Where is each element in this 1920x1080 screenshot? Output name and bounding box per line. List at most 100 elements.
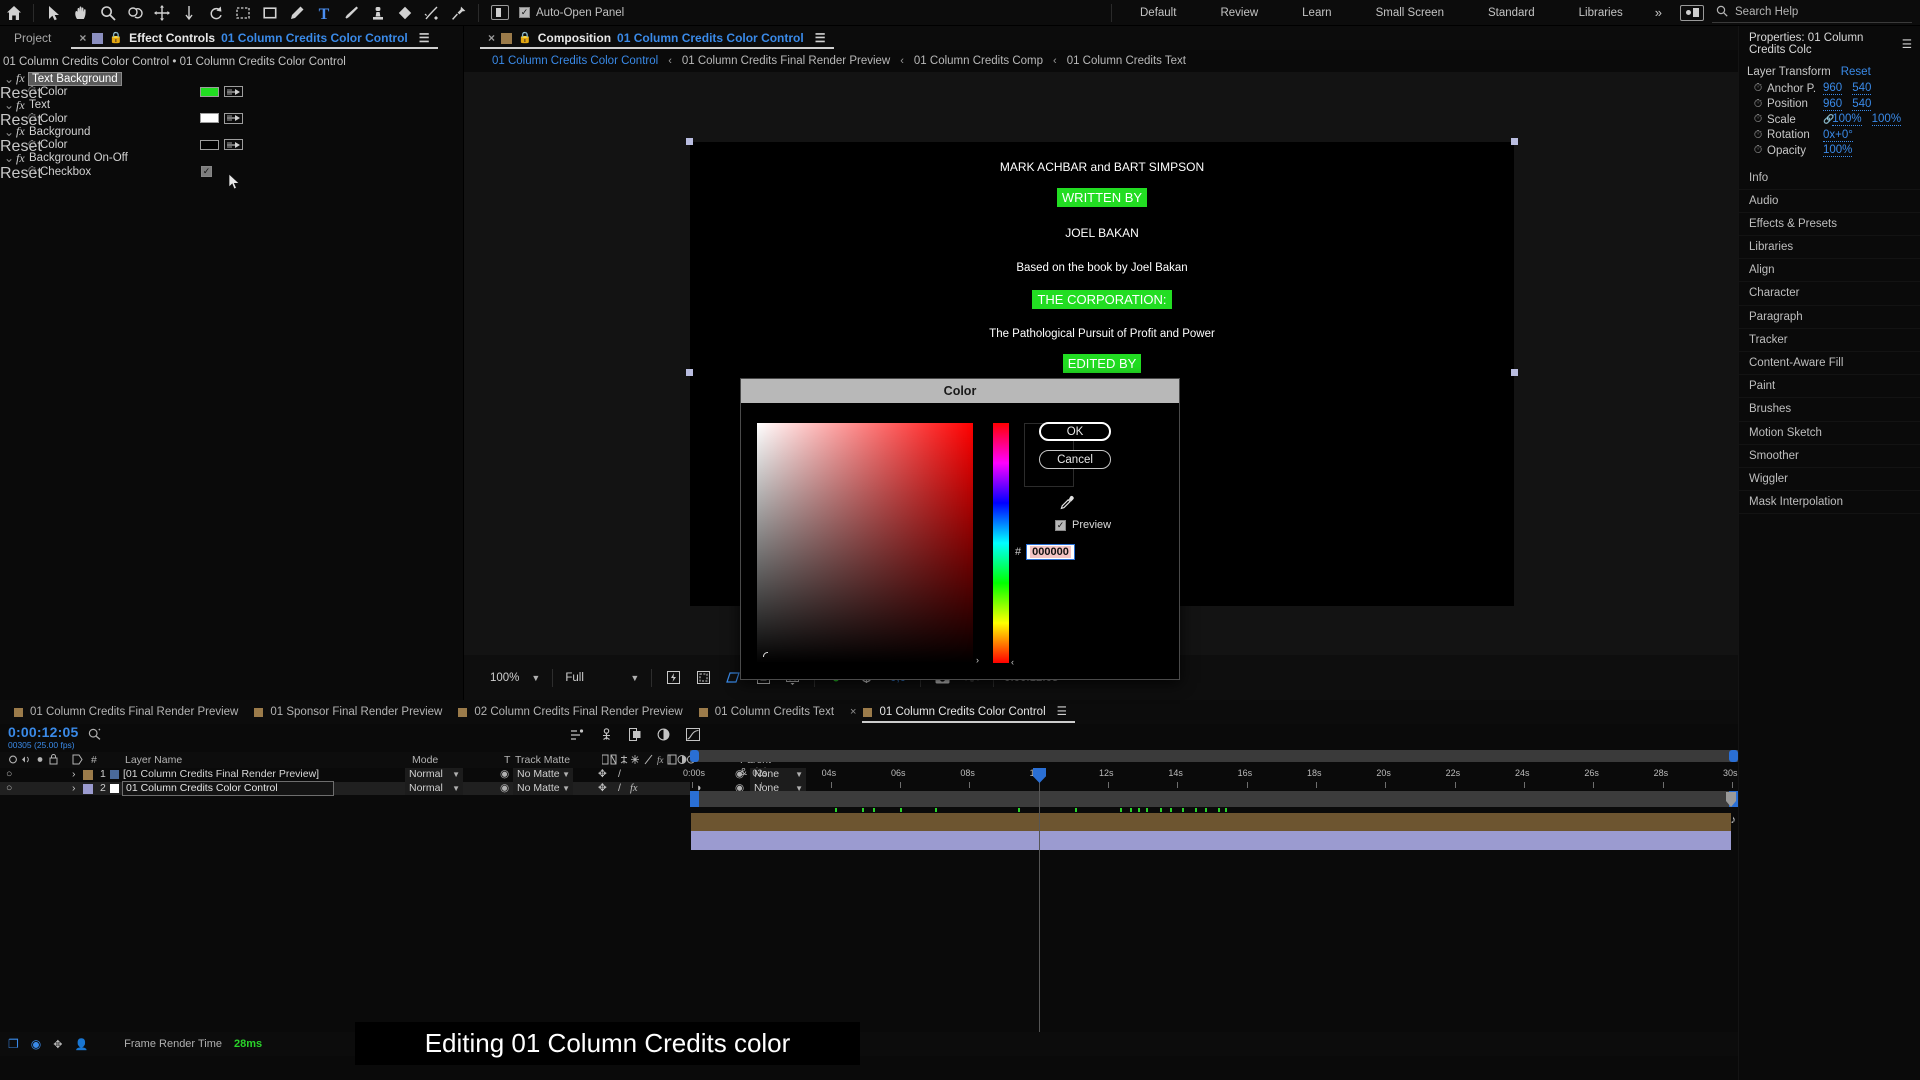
transform-row[interactable]: ⏱Opacity100%	[1739, 143, 1920, 159]
home-icon[interactable]	[0, 0, 27, 26]
timeline-tab[interactable]: 01 Column Credits Final Render Preview	[14, 700, 254, 724]
breadcrumb-item[interactable]: 01 Column Credits Text	[1059, 55, 1194, 67]
color-swatch[interactable]	[200, 87, 219, 97]
tab-project[interactable]: Project	[0, 26, 65, 50]
panel-toggle-icon[interactable]	[491, 5, 509, 20]
twirl-down-icon[interactable]: ⌄	[2, 72, 16, 86]
timeline-ruler[interactable]: 0:00s02s04s06s08s10s12s14s16s18s20s22s24…	[690, 768, 1738, 790]
table-row[interactable]: ○›201 Column Credits Color ControlNormal…	[0, 782, 690, 796]
puppet-pin-tool-icon[interactable]	[445, 0, 472, 26]
panel-item-audio[interactable]: Audio	[1739, 190, 1920, 213]
color-picker-dialog[interactable]: Color › ‹ # 000000 OK Cancel ✓ Preview	[740, 378, 1180, 680]
effect-header-row[interactable]: ⌄fxBackgroundReset	[0, 125, 463, 138]
keyframe-marker[interactable]	[1160, 808, 1162, 812]
layer-matte-select[interactable]: No Matte ▼	[513, 782, 573, 796]
pan-behind-tool-icon[interactable]	[148, 0, 175, 26]
track-matte-icon[interactable]: ◉	[500, 768, 509, 782]
color-swatch[interactable]	[200, 140, 219, 150]
twirl-down-icon[interactable]: ⌄	[2, 98, 16, 112]
graph-editor-icon[interactable]	[686, 728, 700, 746]
keyframe-marker[interactable]	[1218, 808, 1220, 812]
type-tool-icon[interactable]: T	[310, 0, 337, 26]
panel-item-tracker[interactable]: Tracker	[1739, 329, 1920, 352]
preview-toggle-row[interactable]: ✓ Preview	[1055, 519, 1111, 531]
workspace-overflow-icon[interactable]: »	[1645, 5, 1672, 20]
effect-property-row[interactable]: ⏱Color	[0, 85, 463, 98]
keyframe-marker[interactable]	[1146, 808, 1148, 812]
layer-video-toggle[interactable]: ○	[6, 768, 12, 782]
fast-previews-icon[interactable]	[658, 667, 688, 689]
hue-slider[interactable]	[993, 423, 1009, 663]
pen-tool-icon[interactable]	[283, 0, 310, 26]
keyframe-marker[interactable]	[1182, 808, 1184, 812]
transform-value-x[interactable]: 100%	[1832, 113, 1861, 126]
keyframe-marker[interactable]	[1170, 808, 1172, 812]
keyframe-marker[interactable]	[935, 808, 937, 812]
search-help-field[interactable]: Search Help	[1712, 3, 1912, 23]
panel-item-brushes[interactable]: Brushes	[1739, 398, 1920, 421]
panel-menu-icon[interactable]: ☰	[1902, 37, 1912, 51]
tab-composition[interactable]: × 🔒 Composition 01 Column Credits Color …	[474, 26, 840, 50]
transform-value-y[interactable]: 540	[1852, 82, 1871, 95]
layer-label-color[interactable]	[83, 784, 93, 794]
layer-effects-switch[interactable]: fx	[630, 782, 638, 796]
lock-icon[interactable]: 🔒	[518, 26, 532, 50]
stopwatch-icon[interactable]: ⏱	[1749, 98, 1767, 111]
timeline-tab[interactable]: 02 Column Credits Final Render Preview	[458, 700, 698, 724]
col-header-index[interactable]: #	[91, 754, 97, 766]
stopwatch-icon[interactable]: ⏱	[24, 139, 40, 152]
selection-tool-icon[interactable]	[40, 0, 67, 26]
transform-value-x[interactable]: 960	[1823, 82, 1842, 95]
effect-header-row[interactable]: ⌄fxBackground On-OffReset	[0, 152, 463, 165]
panel-menu-icon[interactable]: ☰	[815, 26, 826, 50]
shape-tool-icon[interactable]	[256, 0, 283, 26]
workspace-small-screen[interactable]: Small Screen	[1354, 0, 1466, 26]
eyedropper-icon[interactable]	[1059, 495, 1075, 516]
col-header-track-matte[interactable]: Track Matte	[515, 754, 570, 766]
layer-twirl-icon[interactable]: ›	[72, 768, 76, 782]
auto-open-checkbox[interactable]: ✓	[519, 7, 530, 18]
panel-menu-icon[interactable]: ☰	[1057, 700, 1067, 724]
keyframe-marker[interactable]	[1205, 808, 1207, 812]
transform-value-x[interactable]: 100%	[1823, 144, 1852, 157]
effect-name[interactable]: Text	[29, 99, 50, 111]
layer-bar-1[interactable]	[691, 813, 1731, 831]
workspace-default[interactable]: Default	[1118, 0, 1198, 26]
render-queue-icon[interactable]: ❐	[8, 1037, 19, 1051]
breadcrumb-item[interactable]: 01 Column Credits Comp	[906, 55, 1051, 67]
preview-checkbox[interactable]: ✓	[1055, 520, 1066, 531]
timeline-graph[interactable]: 0:00s02s04s06s08s10s12s14s16s18s20s22s24…	[690, 750, 1738, 1056]
keyframe-marker[interactable]	[900, 808, 902, 812]
transform-value-y[interactable]: 100%	[1872, 113, 1901, 126]
orbit-tool-icon[interactable]	[121, 0, 148, 26]
composition-mini-flowchart-icon[interactable]	[570, 728, 584, 746]
zoom-level-select[interactable]: 100% ▼	[484, 668, 546, 688]
layer-3d-switch[interactable]: ✥	[598, 768, 607, 782]
layer-motion-blur-switch[interactable]: /	[618, 782, 621, 796]
stopwatch-icon[interactable]: ⏱	[1749, 82, 1767, 95]
workspace-standard[interactable]: Standard	[1466, 0, 1557, 26]
hex-input-row[interactable]: # 000000	[1015, 544, 1075, 560]
clone-stamp-tool-icon[interactable]	[364, 0, 391, 26]
timeline-tab[interactable]: 01 Sponsor Final Render Preview	[254, 700, 458, 724]
stopwatch-icon[interactable]: ⏱	[24, 85, 40, 98]
effect-header-row[interactable]: ⌄fxTextReset	[0, 99, 463, 112]
transform-row[interactable]: ⏱Anchor P.960540	[1739, 81, 1920, 97]
selection-handle-mr[interactable]	[1511, 369, 1518, 376]
layer-mode-select[interactable]: Normal ▼	[405, 768, 463, 782]
track-matte-icon[interactable]: ◉	[500, 782, 509, 796]
work-area-start[interactable]	[690, 791, 699, 807]
table-row[interactable]: ○›1[01 Column Credits Final Render Previ…	[0, 768, 690, 782]
tab-effect-controls[interactable]: × 🔒 Effect Controls 01 Column Credits Co…	[65, 26, 443, 50]
panel-item-paint[interactable]: Paint	[1739, 375, 1920, 398]
effect-header-row[interactable]: ⌄fxText BackgroundReset	[0, 72, 463, 85]
expression-pickwhip-icon[interactable]	[224, 86, 243, 97]
effect-property-row[interactable]: ⏱Color	[0, 138, 463, 151]
layer-matte-select[interactable]: No Matte ▼	[513, 768, 573, 782]
effect-name[interactable]: Background	[29, 126, 90, 138]
resize-icon[interactable]: ✥	[53, 1038, 62, 1051]
resolution-select[interactable]: Full ▼	[559, 668, 645, 688]
auto-open-panel-toggle[interactable]: ✓ Auto-Open Panel	[519, 7, 624, 19]
color-field[interactable]	[757, 423, 973, 663]
breadcrumb-item[interactable]: 01 Column Credits Final Render Preview	[674, 55, 898, 67]
